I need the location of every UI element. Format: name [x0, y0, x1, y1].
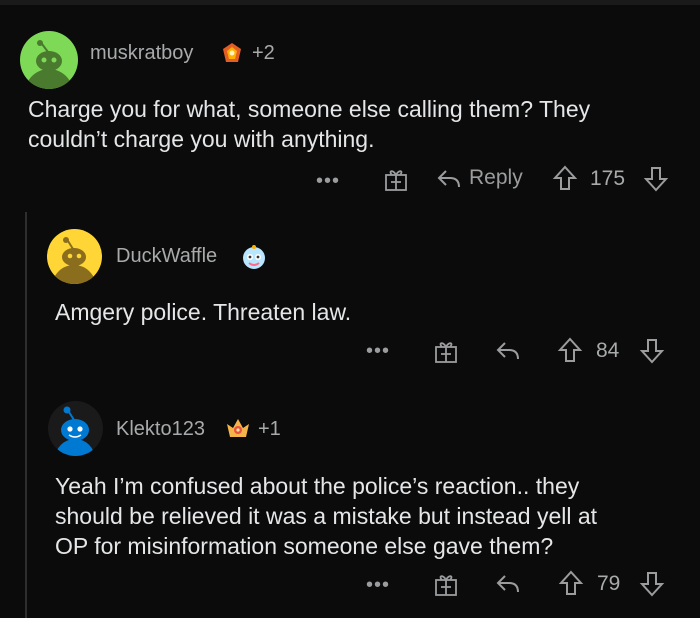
score: 84: [596, 339, 620, 362]
upvote-icon[interactable]: [557, 336, 583, 364]
downvote-icon[interactable]: [643, 165, 669, 193]
username[interactable]: Klekto123: [116, 418, 205, 441]
avatar[interactable]: [48, 401, 103, 456]
reply-icon[interactable]: [495, 339, 521, 363]
more-icon[interactable]: •••: [366, 574, 390, 597]
username[interactable]: DuckWaffle: [116, 245, 217, 268]
snoo-avatar-icon: [25, 40, 73, 89]
more-icon[interactable]: •••: [316, 170, 340, 193]
more-icon[interactable]: •••: [366, 340, 390, 363]
avatar[interactable]: [47, 229, 102, 284]
gift-award-icon[interactable]: [433, 571, 459, 597]
top-divider: [0, 0, 700, 5]
award-count: +1: [258, 418, 281, 440]
comment-body: Amgery police. Threaten law.: [55, 299, 352, 325]
reply-button[interactable]: Reply: [469, 166, 523, 190]
upvote-icon[interactable]: [558, 569, 584, 597]
score: 79: [597, 572, 621, 595]
downvote-icon[interactable]: [639, 570, 665, 598]
snoo-avatar-icon: [52, 237, 96, 284]
award-icon[interactable]: [224, 415, 252, 443]
comment-body: Yeah I’m confused about the police’s rea…: [55, 473, 598, 559]
snoo-avatar-icon: [55, 406, 95, 456]
award-icon[interactable]: [240, 244, 268, 272]
award-icon[interactable]: [220, 41, 244, 65]
upvote-icon[interactable]: [552, 164, 578, 192]
award-count: +2: [252, 42, 275, 64]
gift-award-icon[interactable]: [383, 166, 409, 192]
reply-icon[interactable]: [495, 572, 521, 596]
thread-line[interactable]: [25, 212, 27, 618]
username[interactable]: muskratboy: [90, 42, 193, 65]
gift-award-icon[interactable]: [433, 338, 459, 364]
downvote-icon[interactable]: [639, 337, 665, 365]
score: 175: [590, 167, 626, 190]
avatar[interactable]: [20, 31, 78, 89]
reply-icon[interactable]: [436, 167, 462, 191]
comment-body: Charge you for what, someone else callin…: [28, 96, 591, 152]
